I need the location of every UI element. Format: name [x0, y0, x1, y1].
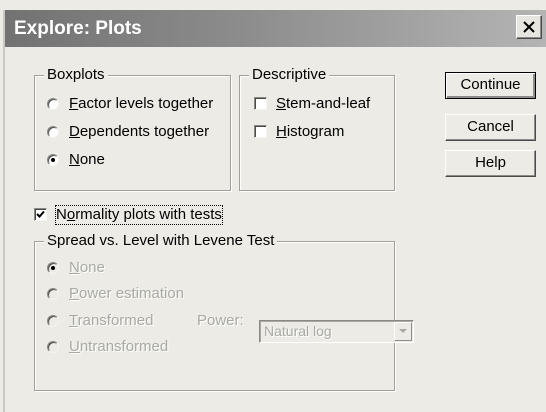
power-estimation-label: ower estimation: [79, 285, 185, 302]
transformed-hotkey: T: [69, 312, 78, 329]
radio-button[interactable]: [47, 98, 59, 110]
checkbox[interactable]: [254, 125, 267, 138]
close-icon: [523, 21, 535, 33]
boxplots-none-label: one: [79, 151, 105, 168]
spread-none-hotkey: N: [69, 259, 80, 276]
spread-vs-level-group: Spread vs. Level with Levene Test None P…: [34, 232, 414, 391]
descriptive-legend: Descriptive: [249, 66, 330, 84]
power-estimation-hotkey: P: [69, 285, 80, 302]
explore-plots-dialog: Explore: Plots Boxplots Factor levels to…: [3, 10, 546, 412]
dependents-together-hotkey: D: [69, 123, 80, 140]
radio-button[interactable]: [47, 126, 59, 138]
radio-button-selected[interactable]: [47, 154, 59, 166]
radio-button-selected[interactable]: [47, 262, 59, 274]
dependents-together-label: ependents together: [79, 123, 210, 140]
title-bar: Explore: Plots: [5, 10, 546, 47]
power-label: Power:: [197, 312, 244, 329]
radio-button[interactable]: [47, 288, 59, 300]
dialog-title: Explore: Plots: [14, 18, 142, 39]
transformed-label: ransformed: [77, 312, 154, 329]
untransformed-hotkey: U: [69, 338, 80, 355]
stem-and-leaf-label: tem-and-leaf: [286, 95, 371, 112]
descriptive-group: Descriptive Stem-and-leaf Histogram: [239, 66, 395, 191]
normality-hotkey-prefix: N: [56, 206, 67, 223]
none-hotkey: N: [69, 151, 80, 168]
close-button[interactable]: [516, 15, 542, 39]
checkbox-checked[interactable]: [34, 208, 47, 221]
cancel-button[interactable]: Cancel: [445, 114, 536, 141]
continue-button[interactable]: Continue: [445, 72, 536, 99]
checkbox[interactable]: [254, 97, 267, 110]
chevron-down-icon: [399, 329, 407, 333]
factor-levels-together-label: actor levels together: [78, 95, 214, 112]
histogram-label: istogram: [286, 123, 345, 140]
spread-none-label: one: [79, 259, 105, 276]
radio-button[interactable]: [47, 341, 59, 353]
help-button[interactable]: Help: [445, 150, 536, 177]
power-dropdown[interactable]: Natural log: [259, 320, 414, 343]
checkmark-icon: [36, 210, 45, 218]
normality-label: rmality plots with tests: [75, 206, 222, 223]
normality-hotkey: o: [66, 206, 76, 223]
power-dropdown-value: Natural log: [264, 323, 332, 339]
histogram-hotkey: H: [276, 123, 287, 140]
boxplots-group: Boxplots Factor levels together Dependen…: [34, 66, 231, 191]
radio-button[interactable]: [47, 315, 59, 327]
stem-and-leaf-hotkey: S: [276, 95, 287, 112]
untransformed-label: ntransformed: [79, 338, 169, 355]
dropdown-arrow-button[interactable]: [394, 322, 412, 341]
boxplots-legend: Boxplots: [44, 66, 108, 84]
factor-levels-together-hotkey: F: [69, 95, 79, 112]
spread-vs-level-legend: Spread vs. Level with Levene Test: [44, 232, 278, 250]
